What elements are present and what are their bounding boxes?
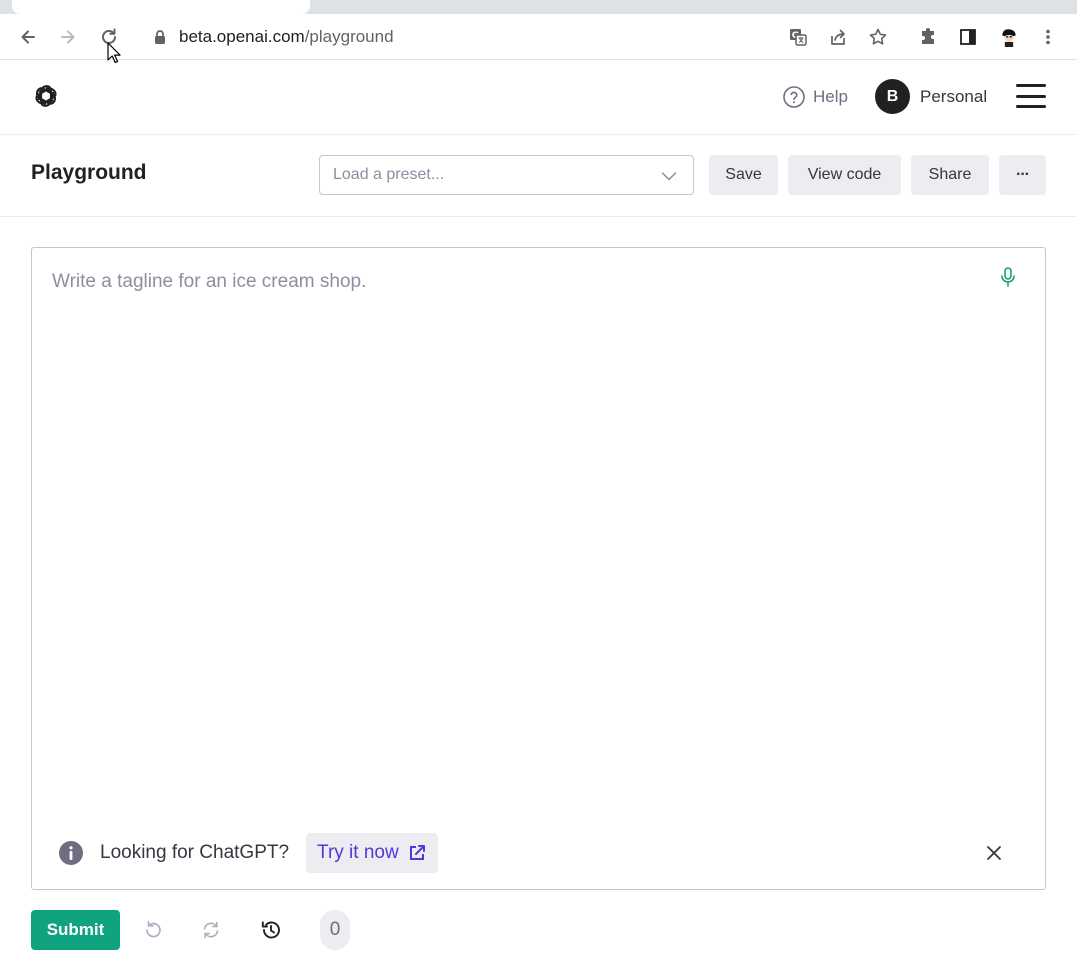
help-icon xyxy=(783,86,805,108)
forward-arrow-icon[interactable] xyxy=(54,23,82,51)
share-button[interactable]: Share xyxy=(911,155,989,195)
preset-select[interactable]: Load a preset... xyxy=(319,155,694,195)
prompt-editor[interactable]: Write a tagline for an ice cream shop. L… xyxy=(31,247,1046,890)
app-header: Help B Personal xyxy=(0,60,1077,135)
kebab-menu-icon[interactable] xyxy=(1035,24,1061,50)
history-icon[interactable] xyxy=(258,917,284,943)
prompt-placeholder: Write a tagline for an ice cream shop. xyxy=(52,271,367,292)
browser-toolbar: beta.openai.com/playground G xyxy=(0,14,1077,60)
external-link-icon xyxy=(409,845,425,860)
back-arrow-icon[interactable] xyxy=(14,23,42,51)
avatar: B xyxy=(875,79,910,114)
close-icon[interactable] xyxy=(984,843,1004,863)
address-bar[interactable]: beta.openai.com/playground xyxy=(152,25,394,49)
submit-button[interactable]: Submit xyxy=(31,910,120,950)
account-label: Personal xyxy=(920,86,988,106)
playground-toolbar: Playground Load a preset... Save View co… xyxy=(0,135,1077,217)
view-code-button[interactable]: View code xyxy=(788,155,901,195)
hamburger-icon[interactable] xyxy=(1016,84,1046,108)
microphone-icon[interactable] xyxy=(998,266,1018,288)
regenerate-icon[interactable] xyxy=(198,917,224,943)
page-title: Playground xyxy=(31,161,147,184)
share-page-icon[interactable] xyxy=(825,24,851,50)
active-tab[interactable] xyxy=(12,0,310,14)
chatgpt-banner: Looking for ChatGPT? Try it now xyxy=(58,833,1022,873)
try-it-now-label: Try it now xyxy=(317,842,399,863)
try-it-now-link[interactable]: Try it now xyxy=(306,833,438,873)
url-path: /playground xyxy=(304,27,394,46)
profile-icon[interactable] xyxy=(996,24,1022,50)
openai-logo-icon[interactable] xyxy=(30,80,62,112)
lock-icon xyxy=(155,30,165,44)
more-options-button[interactable]: ··· xyxy=(999,155,1046,195)
account-switcher[interactable]: B Personal xyxy=(875,79,987,114)
chevron-down-icon xyxy=(661,172,677,181)
token-count-badge: 0 xyxy=(320,910,350,950)
undo-icon[interactable] xyxy=(140,917,166,943)
banner-message: Looking for ChatGPT? xyxy=(100,842,290,863)
url-host: beta.openai.com xyxy=(179,27,305,46)
save-button[interactable]: Save xyxy=(709,155,778,195)
help-link[interactable]: Help xyxy=(782,85,848,109)
preset-placeholder: Load a preset... xyxy=(333,166,445,183)
info-icon xyxy=(59,841,83,865)
side-panel-icon[interactable] xyxy=(955,24,981,50)
browser-tabstrip xyxy=(0,0,1077,14)
extensions-icon[interactable] xyxy=(915,24,941,50)
star-icon[interactable] xyxy=(865,24,891,50)
help-label: Help xyxy=(813,87,848,106)
translate-icon[interactable]: G xyxy=(785,24,811,50)
